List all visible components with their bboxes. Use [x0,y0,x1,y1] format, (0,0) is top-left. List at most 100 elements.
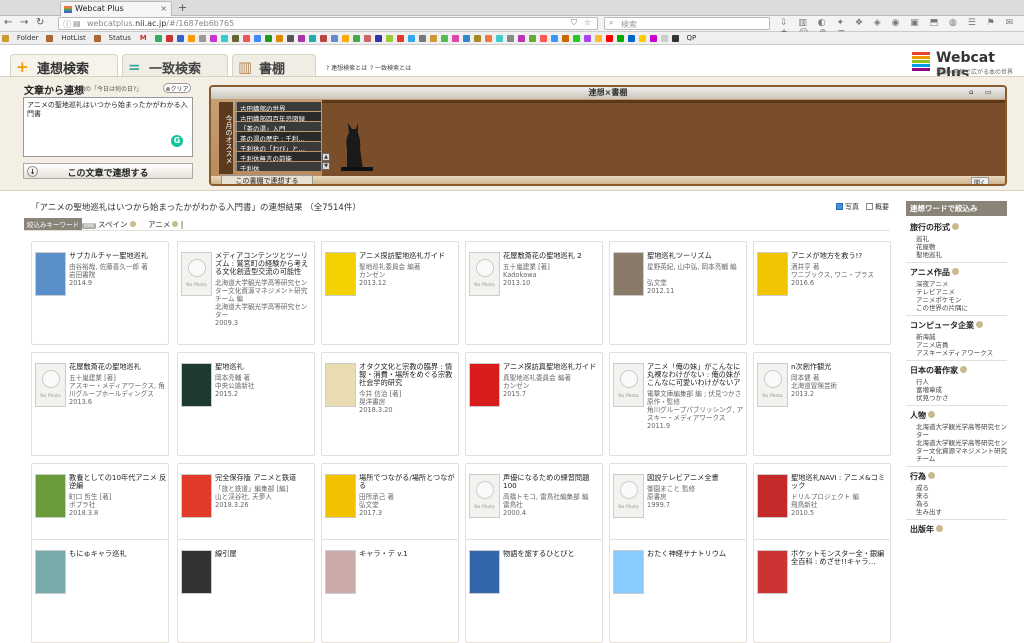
book-title[interactable]: アニメ「俺の妹」がこんなに丸裸なわけがない : 俺の妹がこんなに可愛いわけがない… [647,363,745,387]
book-cover[interactable]: No Photo [613,363,644,407]
refine-category[interactable]: 旅行の形式 [910,222,1007,233]
bookmark-status[interactable]: Status [106,32,134,42]
bookmark-favicon-icon[interactable] [297,35,305,42]
bookmark-favicon-icon[interactable] [253,35,261,42]
keyword-plus-icon[interactable] [129,221,136,227]
book-title[interactable]: もにゅキャラ巡礼 [69,550,167,558]
grammarly-icon[interactable]: G [171,135,183,147]
refine-plus-icon[interactable] [952,223,959,230]
book-cover[interactable] [469,550,500,594]
refine-item[interactable]: アニメポケモン [916,296,1007,304]
book-title[interactable]: 場所でつながる/場所とつながる [359,474,457,490]
bookmark-favicon-icon[interactable] [209,35,217,42]
bookmark-favicon-icon[interactable] [484,35,492,42]
book-title[interactable]: アニメが地方を救う!? [791,252,889,260]
bookmark-favicon-icon[interactable] [561,35,569,42]
book-cover[interactable] [325,252,356,296]
scroll-up-icon[interactable]: ▲ [322,153,330,161]
refine-category[interactable]: 日本の著作家 [910,365,1007,376]
bookmark-favicon-icon[interactable] [165,35,173,42]
bookmark-favicon-icon[interactable] [286,35,294,42]
book-cover[interactable] [325,474,356,518]
book-title[interactable]: 花屋敷斎花の聖地巡礼 [69,363,167,371]
refine-plus-icon[interactable] [928,411,935,418]
book-cover[interactable]: No Photo [181,252,212,296]
bookmark-favicon-icon[interactable] [451,35,459,42]
refine-category[interactable]: 行為 [910,471,1007,482]
book-card[interactable]: オタク文化と宗教の臨界 : 情報・消費・場所をめぐる宗教社会学的研究 今井 信治 … [321,352,459,456]
today-link[interactable]: 他の「今日は何の日?」 [79,84,142,93]
book-title[interactable]: 教養としての10年代アニメ 反逆編 [69,474,167,490]
refine-item[interactable]: テレビアニメ [916,288,1007,296]
book-title[interactable]: n次創作観光 [791,363,889,371]
book-cover[interactable]: No Photo [757,363,788,407]
delete-tag[interactable]: 削除 [82,223,97,229]
bookmark-favicon-icon[interactable] [264,35,272,42]
bookmark-favicon-icon[interactable] [671,35,679,42]
book-card[interactable]: おたく神経サナトリウム [609,539,747,643]
bookmark-favicon-icon[interactable] [187,35,195,42]
bookmark-favicon-icon[interactable] [418,35,426,42]
book-card[interactable]: No Photo 花屋敷斎花の聖地巡礼 2 五十嵐建業 [著] Kadokawa 201… [465,241,603,345]
bookmark-favicons[interactable] [153,33,681,43]
refine-category[interactable]: コンピュータ企業 [910,320,1007,331]
bookmark-favicon-icon[interactable] [176,35,184,42]
refine-item[interactable]: この世界の片隅に [916,304,1007,312]
book-cover[interactable] [35,550,66,594]
bookmark-favicon-icon[interactable] [352,35,360,42]
book-cover[interactable] [325,550,356,594]
book-title[interactable]: おたく神経サナトリウム [647,550,745,558]
bookmark-favicon-icon[interactable] [374,35,382,42]
book-cover[interactable] [181,550,212,594]
book-cover[interactable] [35,474,66,518]
bookmark-favicon-icon[interactable] [242,35,250,42]
shelf-book[interactable]: 古田織部の世界 [235,102,321,111]
book-title[interactable]: アニメ探訪聖地巡礼ガイド [359,252,457,260]
bookmark-favicon-icon[interactable] [440,35,448,42]
refine-item[interactable]: アスキーメディアワークス [916,349,1007,357]
book-cover[interactable] [613,550,644,594]
book-title[interactable]: アニメ探訪真聖地巡礼ガイド [503,363,601,371]
bookmark-favicon-icon[interactable] [660,35,668,42]
book-cover[interactable] [35,252,66,296]
refine-item[interactable]: 生み出す [916,508,1007,516]
book-card[interactable]: No Photo アニメ「俺の妹」がこんなに丸裸なわけがない : 俺の妹がこんなに… [609,352,747,456]
bookmark-favicon-icon[interactable] [407,35,415,42]
book-title[interactable]: サブカルチャー聖地巡礼 [69,252,167,260]
refine-item[interactable]: 深夜アニメ [916,280,1007,288]
shelf-book[interactable]: 千利休 [235,162,321,171]
book-card[interactable]: もにゅキャラ巡礼 [31,539,169,643]
refine-category[interactable]: 出版年 [910,524,1007,535]
book-title[interactable]: 線引屋 [215,550,313,558]
bookmark-favicon-icon[interactable] [649,35,657,42]
bookmark-favicon-icon[interactable] [220,35,228,42]
keyword-plus-icon[interactable] [172,221,179,227]
pocket-icon[interactable]: ⛉ [571,18,577,28]
bookmark-favicon-icon[interactable] [319,35,327,42]
book-cover[interactable] [469,363,500,407]
book-card[interactable]: 物語を旅するひとびと [465,539,603,643]
bookmark-favicon-icon[interactable] [231,35,239,42]
address-bar[interactable]: ⓘ ▤ webcatplus.nii.ac.jp/#/1687eb6b765 ⛉… [58,17,598,30]
refine-item[interactable]: 北海道大学観光学高等研究センター [916,423,1007,439]
bookmark-favicon-icon[interactable] [528,35,536,42]
bookmark-favicon-icon[interactable] [616,35,624,42]
book-cover[interactable]: No Photo [35,363,66,407]
bookmark-favicon-icon[interactable] [396,35,404,42]
refine-plus-icon[interactable] [928,472,935,479]
book-cover[interactable] [325,363,356,407]
book-card[interactable]: 聖地巡礼 岡本亮輔 著中央公論新社 2015.2 [177,352,315,456]
bookmark-favicon-icon[interactable] [627,35,635,42]
photo-checkbox[interactable]: 写真 [836,202,859,212]
book-card[interactable]: アニメが地方を救う!? 酒井亨 著ワニブックス, ワニ・プラス 2016.6 [753,241,891,345]
bookmark-favicon-icon[interactable] [638,35,646,42]
bookmark-favicon-icon[interactable] [462,35,470,42]
keyword-chip[interactable]: アニメ | [148,219,183,230]
new-tab-button[interactable]: + [178,1,187,14]
book-card[interactable]: 聖地巡礼ツーリズム 星野英紀, 山中弘, 岡本亮輔 編弘文堂 2012.11 [609,241,747,345]
book-card[interactable]: ポケットモンスター全・銀編 全百科 : めざせ!!キャラ… [753,539,891,643]
bookmark-favicon-icon[interactable] [275,35,283,42]
bookmark-favicon-icon[interactable] [429,35,437,42]
tab-shodana[interactable]: ▥ 書棚 [232,54,316,77]
shelf-book[interactable]: 「茶の湯」入門 [235,122,321,131]
